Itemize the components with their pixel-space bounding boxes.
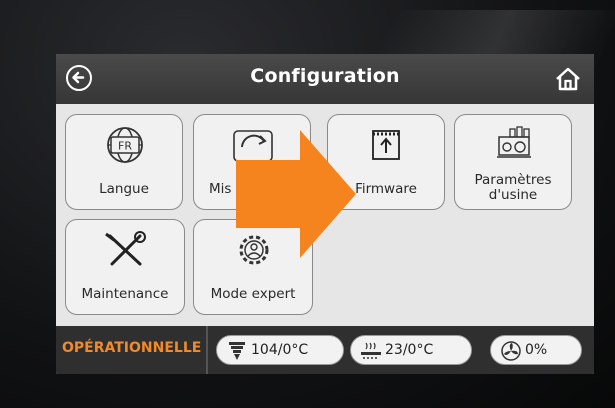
page-title: Configuration (250, 65, 400, 87)
settings-grid: FR Langue Mis Firmware Paramètres d'usin… (56, 104, 594, 326)
nozzle-icon (229, 342, 245, 360)
nozzle-temp: 104/0°C (251, 342, 309, 358)
status-bar: OPÉRATIONNELLE 104/0°C 23/0°C 0% (56, 326, 594, 374)
tile-parametres-usine[interactable]: Paramètres d'usine (454, 114, 572, 210)
divider (206, 326, 208, 374)
home-button[interactable] (554, 66, 582, 92)
tools-icon (105, 231, 146, 266)
highlight-arrow-icon (236, 130, 356, 258)
tile-maintenance[interactable]: Maintenance (65, 219, 185, 315)
tile-label: Mode expert (210, 286, 296, 302)
globe-icon: FR (107, 127, 143, 163)
tile-label: Paramètres d'usine (474, 172, 552, 203)
tile-label: Maintenance (81, 286, 169, 302)
header-bar: Configuration (56, 54, 594, 104)
fan-speed: 0% (525, 342, 548, 358)
printer-state: OPÉRATIONNELLE (62, 340, 202, 356)
tile-langue[interactable]: FR Langue (65, 114, 183, 210)
factory-settings-icon (497, 126, 531, 158)
fan-icon (501, 341, 521, 361)
bed-temp-pill[interactable]: 23/0°C (350, 335, 472, 365)
tile-label: Langue (99, 181, 149, 197)
heated-bed-icon (361, 342, 381, 359)
home-icon (556, 67, 580, 91)
fan-pill[interactable]: 0% (490, 335, 582, 365)
language-badge: FR (118, 140, 132, 153)
touchscreen: Configuration FR Langue Mis Firmware Par… (56, 54, 594, 374)
bed-temp: 23/0°C (385, 342, 434, 358)
nozzle-temp-pill[interactable]: 104/0°C (216, 335, 344, 365)
